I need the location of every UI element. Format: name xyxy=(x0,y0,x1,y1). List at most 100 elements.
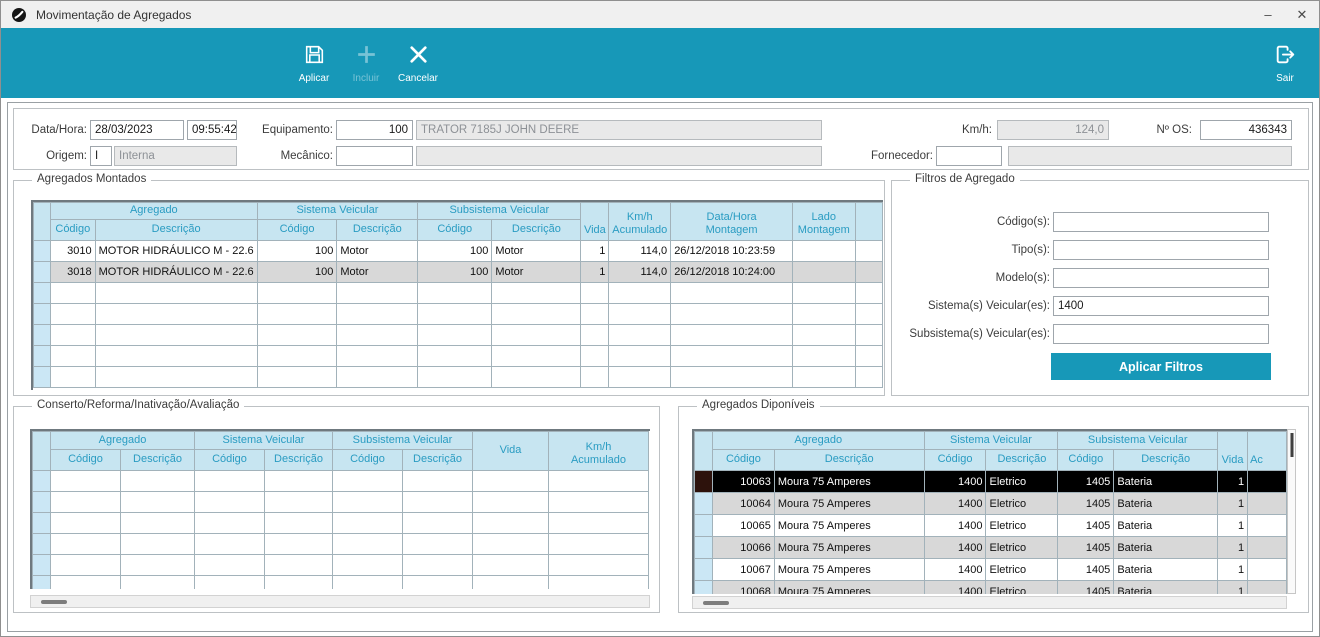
col-agregado: Agregado xyxy=(50,431,195,450)
col-sistema-veicular: Sistema Veicular xyxy=(194,431,333,450)
fornecedor-label: Fornecedor: xyxy=(870,150,933,162)
app-window: Movimentação de Agregados – ✕ Aplicar In… xyxy=(0,0,1320,637)
col-codigo: Código xyxy=(417,219,493,241)
os-field[interactable]: 436343 xyxy=(1200,120,1292,140)
col-sistema-veicular: Sistema Veicular xyxy=(256,202,419,220)
table-row-selected[interactable]: 10063 Moura 75 Amperes 1400 Eletrico 140… xyxy=(694,470,1287,493)
col-codigo: Código xyxy=(332,449,403,471)
app-logo-icon xyxy=(11,7,27,23)
scrollbar-thumb[interactable] xyxy=(41,599,67,604)
table-row[interactable]: 3010 MOTOR HIDRÁULICO M - 22.6 100 Motor… xyxy=(33,240,883,262)
os-label: Nº OS: xyxy=(1156,124,1192,136)
col-codigo: Código xyxy=(50,219,96,241)
col-agregado: Agregado xyxy=(50,202,258,220)
equipamento-label: Equipamento: xyxy=(262,124,333,136)
aplicar-filtros-button[interactable]: Aplicar Filtros xyxy=(1051,353,1271,380)
subsistemas-veiculares-label: Subsistema(s) Veicular(es): xyxy=(909,328,1050,340)
col-subsistema-veicular: Subsistema Veicular xyxy=(417,202,582,220)
agregados-montados-table: Agregado Sistema Veicular Subsistema Vei… xyxy=(31,200,883,390)
col-codigo: Código xyxy=(256,219,338,241)
disponiveis-vertical-scrollbar[interactable] xyxy=(1287,429,1296,594)
sistemas-veiculares-label: Sistema(s) Veicular(es): xyxy=(927,300,1050,312)
col-descricao: Descrição xyxy=(264,449,333,471)
col-lado-montagem: Lado Montagem xyxy=(792,202,856,241)
conserto-legend: Conserto/Reforma/Inativação/Avaliação xyxy=(32,399,245,411)
sair-label: Sair xyxy=(1276,73,1294,84)
scrollbar-thumb[interactable] xyxy=(703,600,729,605)
origem-desc-field: Interna xyxy=(114,146,237,166)
filtros-agregado-group: Filtros de Agregado Código(s): Tipo(s): … xyxy=(891,173,1309,396)
col-descricao: Descrição xyxy=(336,219,419,241)
codigos-input[interactable] xyxy=(1053,212,1269,232)
exit-icon xyxy=(1273,42,1298,70)
table-row[interactable]: 10065 Moura 75 Amperes 1400 Eletrico 140… xyxy=(694,514,1287,537)
incluir-button[interactable]: Incluir xyxy=(340,34,392,92)
table-row[interactable]: 10067 Moura 75 Amperes 1400 Eletrico 140… xyxy=(694,558,1287,581)
modelos-input[interactable] xyxy=(1053,268,1269,288)
conserto-horizontal-scrollbar[interactable] xyxy=(30,595,650,608)
sair-button[interactable]: Sair xyxy=(1259,34,1311,92)
disponiveis-horizontal-scrollbar[interactable] xyxy=(692,596,1287,609)
window-title: Movimentação de Agregados xyxy=(36,7,192,22)
col-descricao: Descrição xyxy=(120,449,195,471)
kmh-field: 124,0 xyxy=(997,120,1109,140)
aplicar-label: Aplicar xyxy=(298,73,330,84)
mecanico-code-field[interactable] xyxy=(336,146,413,166)
conserto-table: Agregado Sistema Veicular Subsistema Vei… xyxy=(30,429,650,589)
empty-row xyxy=(32,575,649,589)
tipos-input[interactable] xyxy=(1053,240,1269,260)
col-descricao: Descrição xyxy=(985,449,1059,471)
fornecedor-desc-field xyxy=(1008,146,1292,166)
table-row[interactable]: 10064 Moura 75 Amperes 1400 Eletrico 140… xyxy=(694,492,1287,515)
empty-row xyxy=(32,491,649,513)
col-subsistema-veicular: Subsistema Veicular xyxy=(332,431,473,450)
disponiveis-table: Agregado Sistema Veicular Subsistema Vei… xyxy=(692,429,1287,594)
toolbar-left-group: Aplicar Incluir Cancelar xyxy=(288,34,444,92)
conserto-group: Conserto/Reforma/Inativação/Avaliação Ag… xyxy=(13,399,660,613)
col-subsistema-veicular: Subsistema Veicular xyxy=(1057,431,1219,450)
col-acumulado-cut: Ac xyxy=(1247,431,1287,471)
x-icon xyxy=(406,42,431,70)
empty-row xyxy=(32,470,649,492)
col-sistema-veicular: Sistema Veicular xyxy=(923,431,1059,450)
title-bar: Movimentação de Agregados – ✕ xyxy=(1,1,1319,28)
incluir-label: Incluir xyxy=(352,73,380,84)
scrollbar-thumb[interactable] xyxy=(1290,433,1293,457)
origem-code-field[interactable]: I xyxy=(90,146,112,166)
filtros-legend: Filtros de Agregado xyxy=(910,173,1020,185)
table-header-row: Agregado Sistema Veicular Subsistema Vei… xyxy=(32,431,649,471)
data-field[interactable]: 28/03/2023 xyxy=(90,120,184,140)
aplicar-button[interactable]: Aplicar xyxy=(288,34,340,92)
tipos-label: Tipo(s): xyxy=(1011,244,1050,256)
hora-field[interactable]: 09:55:42 xyxy=(187,120,237,140)
col-datahora-montagem: Data/Hora Montagem xyxy=(670,202,794,241)
col-vida: Vida xyxy=(1217,431,1249,471)
empty-row xyxy=(32,533,649,555)
table-row[interactable]: 10066 Moura 75 Amperes 1400 Eletrico 140… xyxy=(694,536,1287,559)
empty-row xyxy=(32,512,649,534)
header-form-panel: Data/Hora: 28/03/2023 09:55:42 Origem: I… xyxy=(13,108,1309,170)
equipamento-code-field[interactable]: 100 xyxy=(336,120,413,140)
table-row[interactable]: 3018 MOTOR HIDRÁULICO M - 22.6 100 Motor… xyxy=(33,261,883,283)
sistemas-veiculares-input[interactable]: 1400 xyxy=(1053,296,1269,316)
table-header-row: Agregado Sistema Veicular Subsistema Vei… xyxy=(33,202,883,241)
subsistemas-veiculares-input[interactable] xyxy=(1053,324,1269,344)
close-button[interactable]: ✕ xyxy=(1285,1,1319,28)
cancelar-label: Cancelar xyxy=(397,73,439,84)
table-row[interactable]: 10068 Moura 75 Amperes 1400 Eletrico 140… xyxy=(694,580,1287,594)
data-hora-label: Data/Hora: xyxy=(31,124,87,136)
equipamento-desc-field: TRATOR 7185J JOHN DEERE xyxy=(416,120,822,140)
col-codigo: Código xyxy=(1057,449,1115,471)
mecanico-label: Mecânico: xyxy=(280,150,333,162)
save-icon xyxy=(302,42,327,70)
origem-label: Origem: xyxy=(46,150,87,162)
col-kmh-acumulado: Km/h Acumulado xyxy=(608,202,672,241)
cancelar-button[interactable]: Cancelar xyxy=(392,34,444,92)
codigos-label: Código(s): xyxy=(996,216,1050,228)
col-vida: Vida xyxy=(580,202,610,241)
col-descricao: Descrição xyxy=(1113,449,1219,471)
empty-row xyxy=(33,324,883,346)
fornecedor-code-field[interactable] xyxy=(936,146,1002,166)
minimize-button[interactable]: – xyxy=(1251,1,1285,28)
window-controls: – ✕ xyxy=(1251,1,1319,28)
